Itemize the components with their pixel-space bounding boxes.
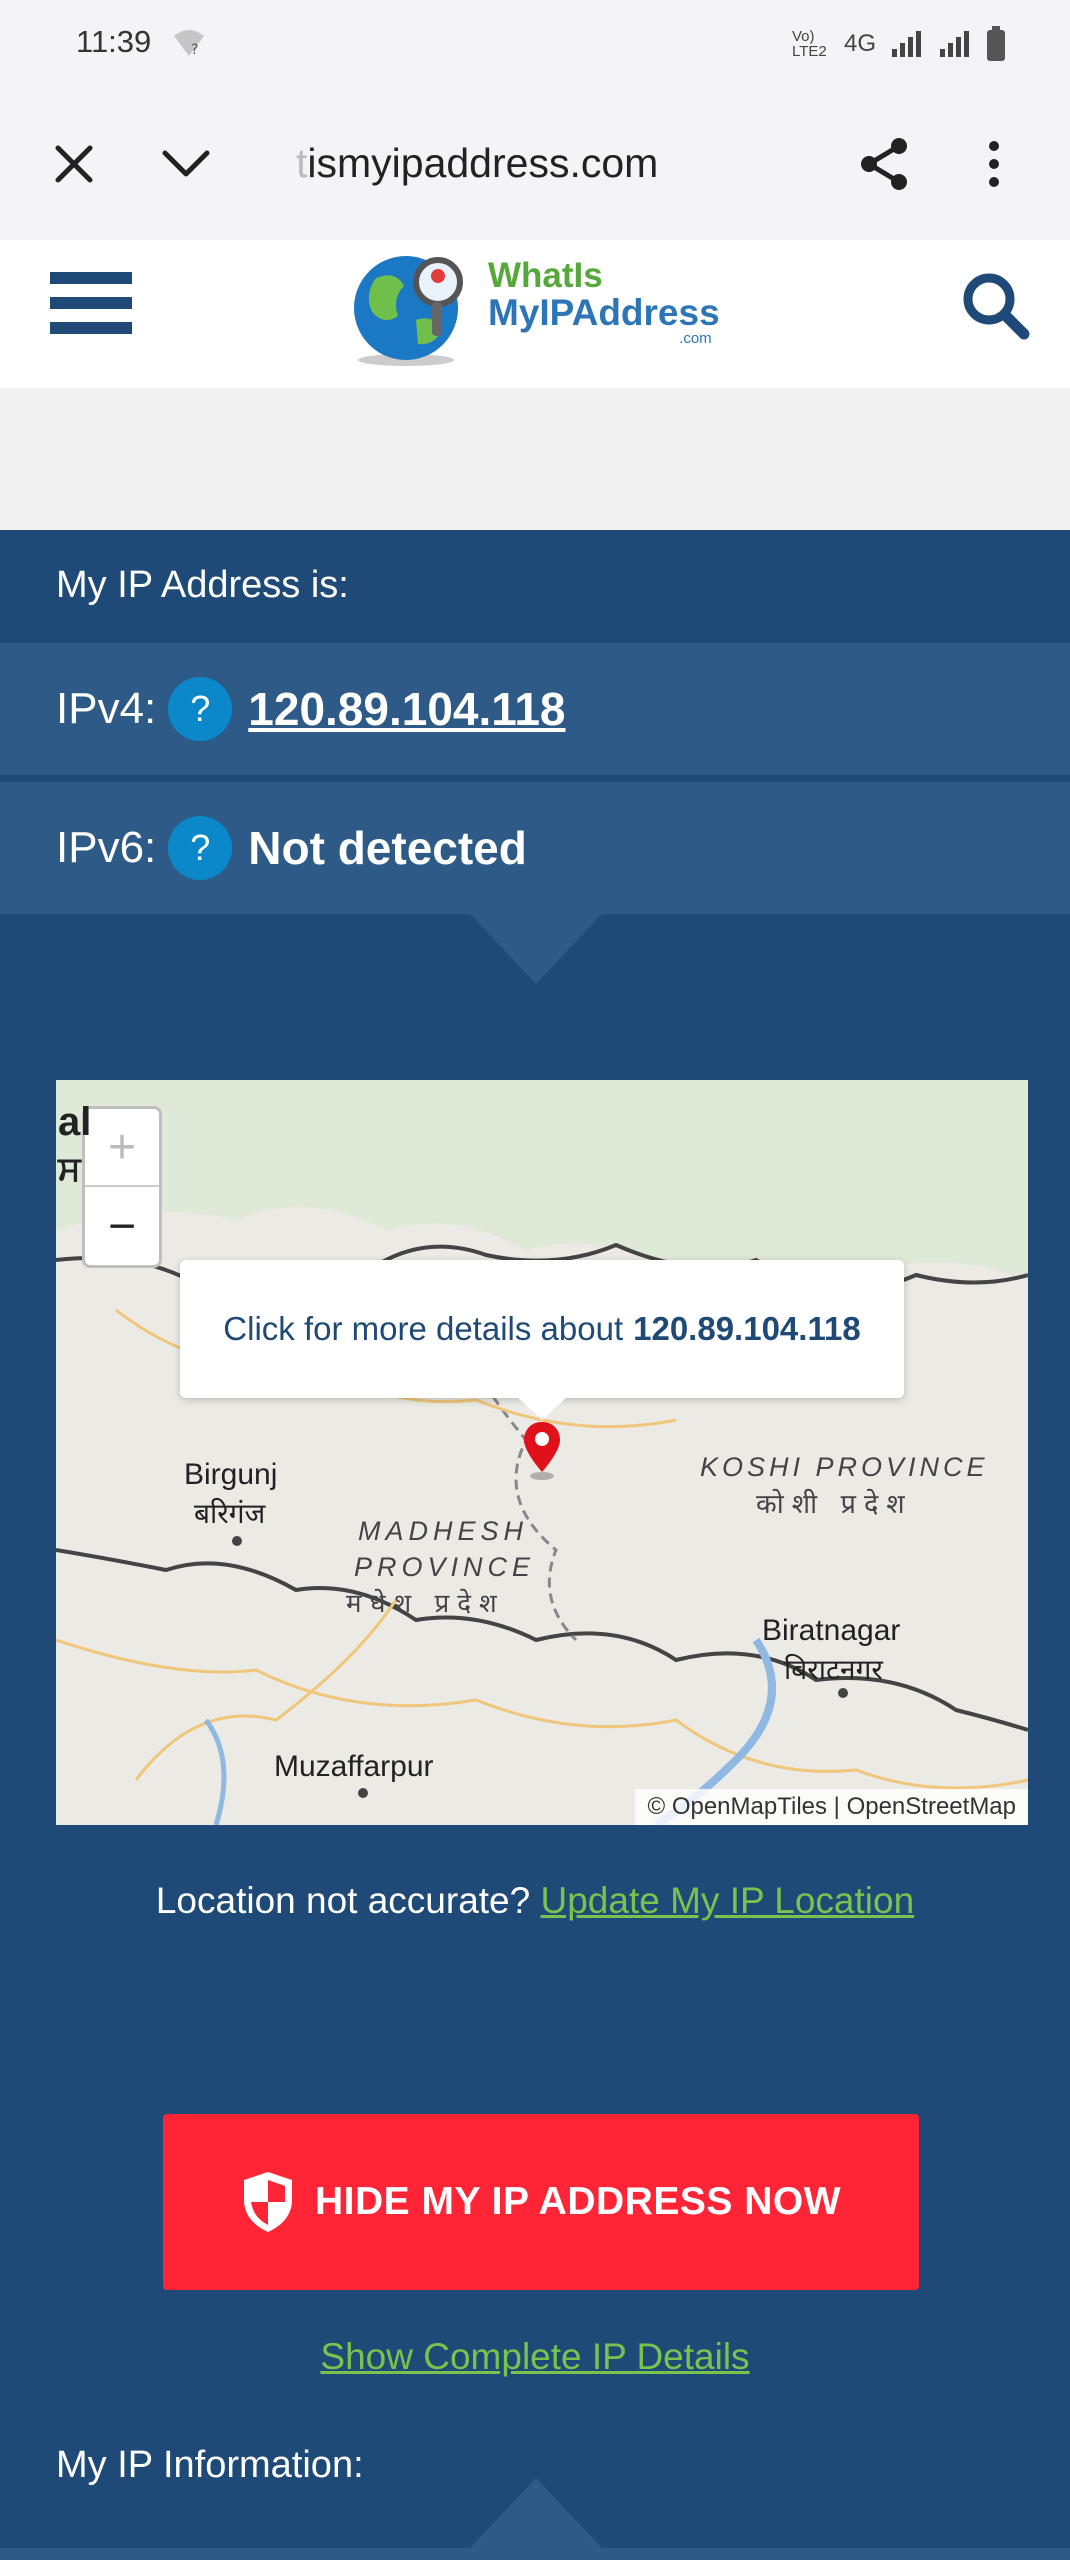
shield-icon — [243, 2172, 292, 2232]
logo-line2: MyIPAddress — [488, 292, 720, 333]
ipv4-help-button[interactable]: ? — [168, 677, 233, 741]
popup-ip: 120.89.104.118 — [633, 1310, 861, 1347]
map-label-biratnagar: Biratnagar — [762, 1614, 901, 1647]
status-time: 11:39 — [76, 24, 152, 59]
wifi-question-icon: ? — [174, 30, 204, 58]
map-label-birgunj-hi: बरिगंज — [194, 1498, 266, 1529]
zoom-control: + − — [82, 1106, 162, 1268]
logo-text: WhatIs MyIPAddress .com — [488, 256, 720, 347]
zoom-out-button[interactable]: − — [85, 1187, 159, 1265]
signal-icon — [940, 31, 969, 57]
ip-info-heading: My IP Information: — [56, 2444, 364, 2486]
map-label-muzaffarpur: Muzaffarpur — [274, 1750, 434, 1783]
map-edge-label: ਸ — [58, 1150, 81, 1188]
url-bar[interactable]: tismyipaddress.com — [296, 140, 658, 187]
city-dot — [838, 1688, 848, 1698]
site-header: WhatIs MyIPAddress .com — [0, 240, 1070, 388]
info-panel-top — [0, 2548, 1070, 2560]
hide-ip-label: HIDE MY IP ADDRESS NOW — [314, 2180, 842, 2223]
popup-tip — [516, 1396, 568, 1420]
location-pin-icon[interactable] — [520, 1420, 564, 1480]
show-details-row: Show Complete IP Details — [0, 2336, 1070, 2378]
logo-line1: WhatIs — [488, 256, 603, 295]
ipv6-help-button[interactable]: ? — [168, 816, 233, 880]
menu-button[interactable] — [50, 270, 132, 336]
location-prompt: Location not accurate? — [155, 1880, 531, 1921]
ipv4-row: IPv4: ? 120.89.104.118 — [0, 643, 1070, 775]
menu-bar — [50, 322, 132, 334]
volte-label: Vo) LTE2 — [791, 28, 827, 60]
share-button[interactable] — [852, 132, 916, 196]
pointer-triangle — [470, 2478, 602, 2548]
map-label-birgunj: Birgunj — [184, 1458, 278, 1491]
battery-icon — [987, 26, 1005, 61]
close-icon — [55, 145, 93, 183]
chevron-down-icon — [162, 150, 210, 177]
tab-menu-button[interactable] — [154, 132, 218, 196]
location-map[interactable]: + − al ਸ Click for more details about 12… — [56, 1080, 1028, 1825]
more-options-button[interactable] — [962, 132, 1026, 196]
city-dot — [358, 1788, 368, 1798]
network-label: 4G — [843, 30, 876, 57]
map-label-koshi: KOSHI PROVINCE — [700, 1452, 989, 1482]
search-button[interactable] — [960, 270, 1032, 342]
logo-com: .com — [679, 330, 712, 347]
status-indicators: Vo) LTE2 4G — [792, 26, 1006, 62]
url-text: ismyipaddress.com — [307, 140, 659, 186]
site-logo[interactable]: WhatIs MyIPAddress .com — [346, 240, 746, 374]
map-popup[interactable]: Click for more details about 120.89.104.… — [180, 1260, 904, 1398]
svg-text:?: ? — [191, 42, 198, 58]
map-attribution[interactable]: © OpenMapTiles | OpenStreetMap — [635, 1789, 1028, 1825]
city-dot — [232, 1536, 242, 1546]
map-label-madhesh-hi: मधेश प्रदेश — [346, 1588, 505, 1618]
search-icon — [963, 273, 1030, 340]
ipv6-value: Not detected — [248, 822, 527, 874]
zoom-in-button[interactable]: + — [85, 1109, 159, 1187]
more-vert-icon — [989, 141, 999, 187]
close-tab-button[interactable] — [42, 132, 106, 196]
menu-bar — [50, 272, 132, 284]
signal-icon — [892, 31, 921, 57]
map-label-biratnagar-hi: बिराटनगर — [784, 1654, 883, 1685]
ad-placeholder — [0, 388, 1070, 530]
map-label-madhesh: MADHESH — [358, 1516, 529, 1546]
ipv6-row: IPv6: ? Not detected — [0, 782, 1070, 914]
pointer-triangle — [470, 914, 602, 984]
ipv6-label: IPv6: — [56, 823, 157, 872]
ipv4-value-link[interactable]: 120.89.104.118 — [248, 682, 565, 736]
status-bar: 11:39 ? Vo) LTE2 4G — [0, 0, 1070, 88]
menu-bar — [50, 297, 132, 309]
hide-ip-button[interactable]: HIDE MY IP ADDRESS NOW — [163, 2114, 919, 2290]
map-edge-label: al — [58, 1100, 92, 1144]
map-label-province: PROVINCE — [354, 1552, 536, 1582]
ipv4-label: IPv4: — [56, 684, 157, 733]
share-icon — [861, 138, 907, 190]
ip-heading: My IP Address is: — [56, 564, 349, 606]
popup-text: Click for more details about — [223, 1310, 624, 1347]
location-accuracy-line: Location not accurate? Update My IP Loca… — [0, 1880, 1070, 1922]
show-details-link[interactable]: Show Complete IP Details — [320, 2336, 749, 2377]
globe-magnifier-icon — [354, 256, 463, 366]
update-location-link[interactable]: Update My IP Location — [541, 1880, 915, 1921]
map-label-koshi-hi: कोशी प्रदेश — [756, 1489, 913, 1519]
url-faded: t — [296, 140, 308, 186]
browser-toolbar: tismyipaddress.com — [0, 88, 1070, 240]
